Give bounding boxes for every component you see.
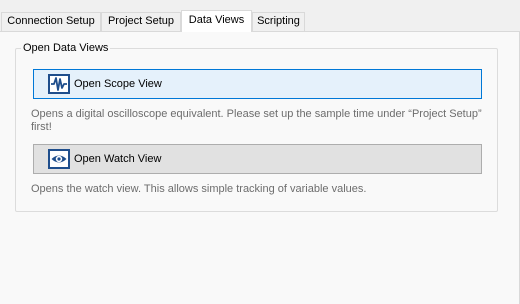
open-data-views-group: Open Data Views Open Scope View Opens a …	[15, 42, 498, 212]
open-watch-view-button[interactable]: Open Watch View	[33, 144, 482, 174]
tab-connection-setup[interactable]: Connection Setup	[1, 12, 101, 31]
data-views-panel: Open Data Views Open Scope View Opens a …	[0, 31, 520, 304]
eye-icon	[48, 149, 70, 169]
oscilloscope-icon	[48, 74, 70, 94]
watch-view-description: Opens the watch view. This allows simple…	[31, 183, 367, 195]
tab-scripting[interactable]: Scripting	[252, 12, 305, 31]
tab-bar: Connection Setup Project Setup Data View…	[0, 0, 520, 32]
tab-project-setup[interactable]: Project Setup	[101, 12, 181, 31]
open-scope-view-button[interactable]: Open Scope View	[33, 69, 482, 99]
tab-data-views[interactable]: Data Views	[181, 10, 252, 32]
scope-view-description: Opens a digital oscilloscope equivalent.…	[31, 108, 482, 133]
group-title: Open Data Views	[21, 42, 111, 54]
open-scope-view-label: Open Scope View	[74, 78, 162, 90]
open-watch-view-label: Open Watch View	[74, 153, 162, 165]
